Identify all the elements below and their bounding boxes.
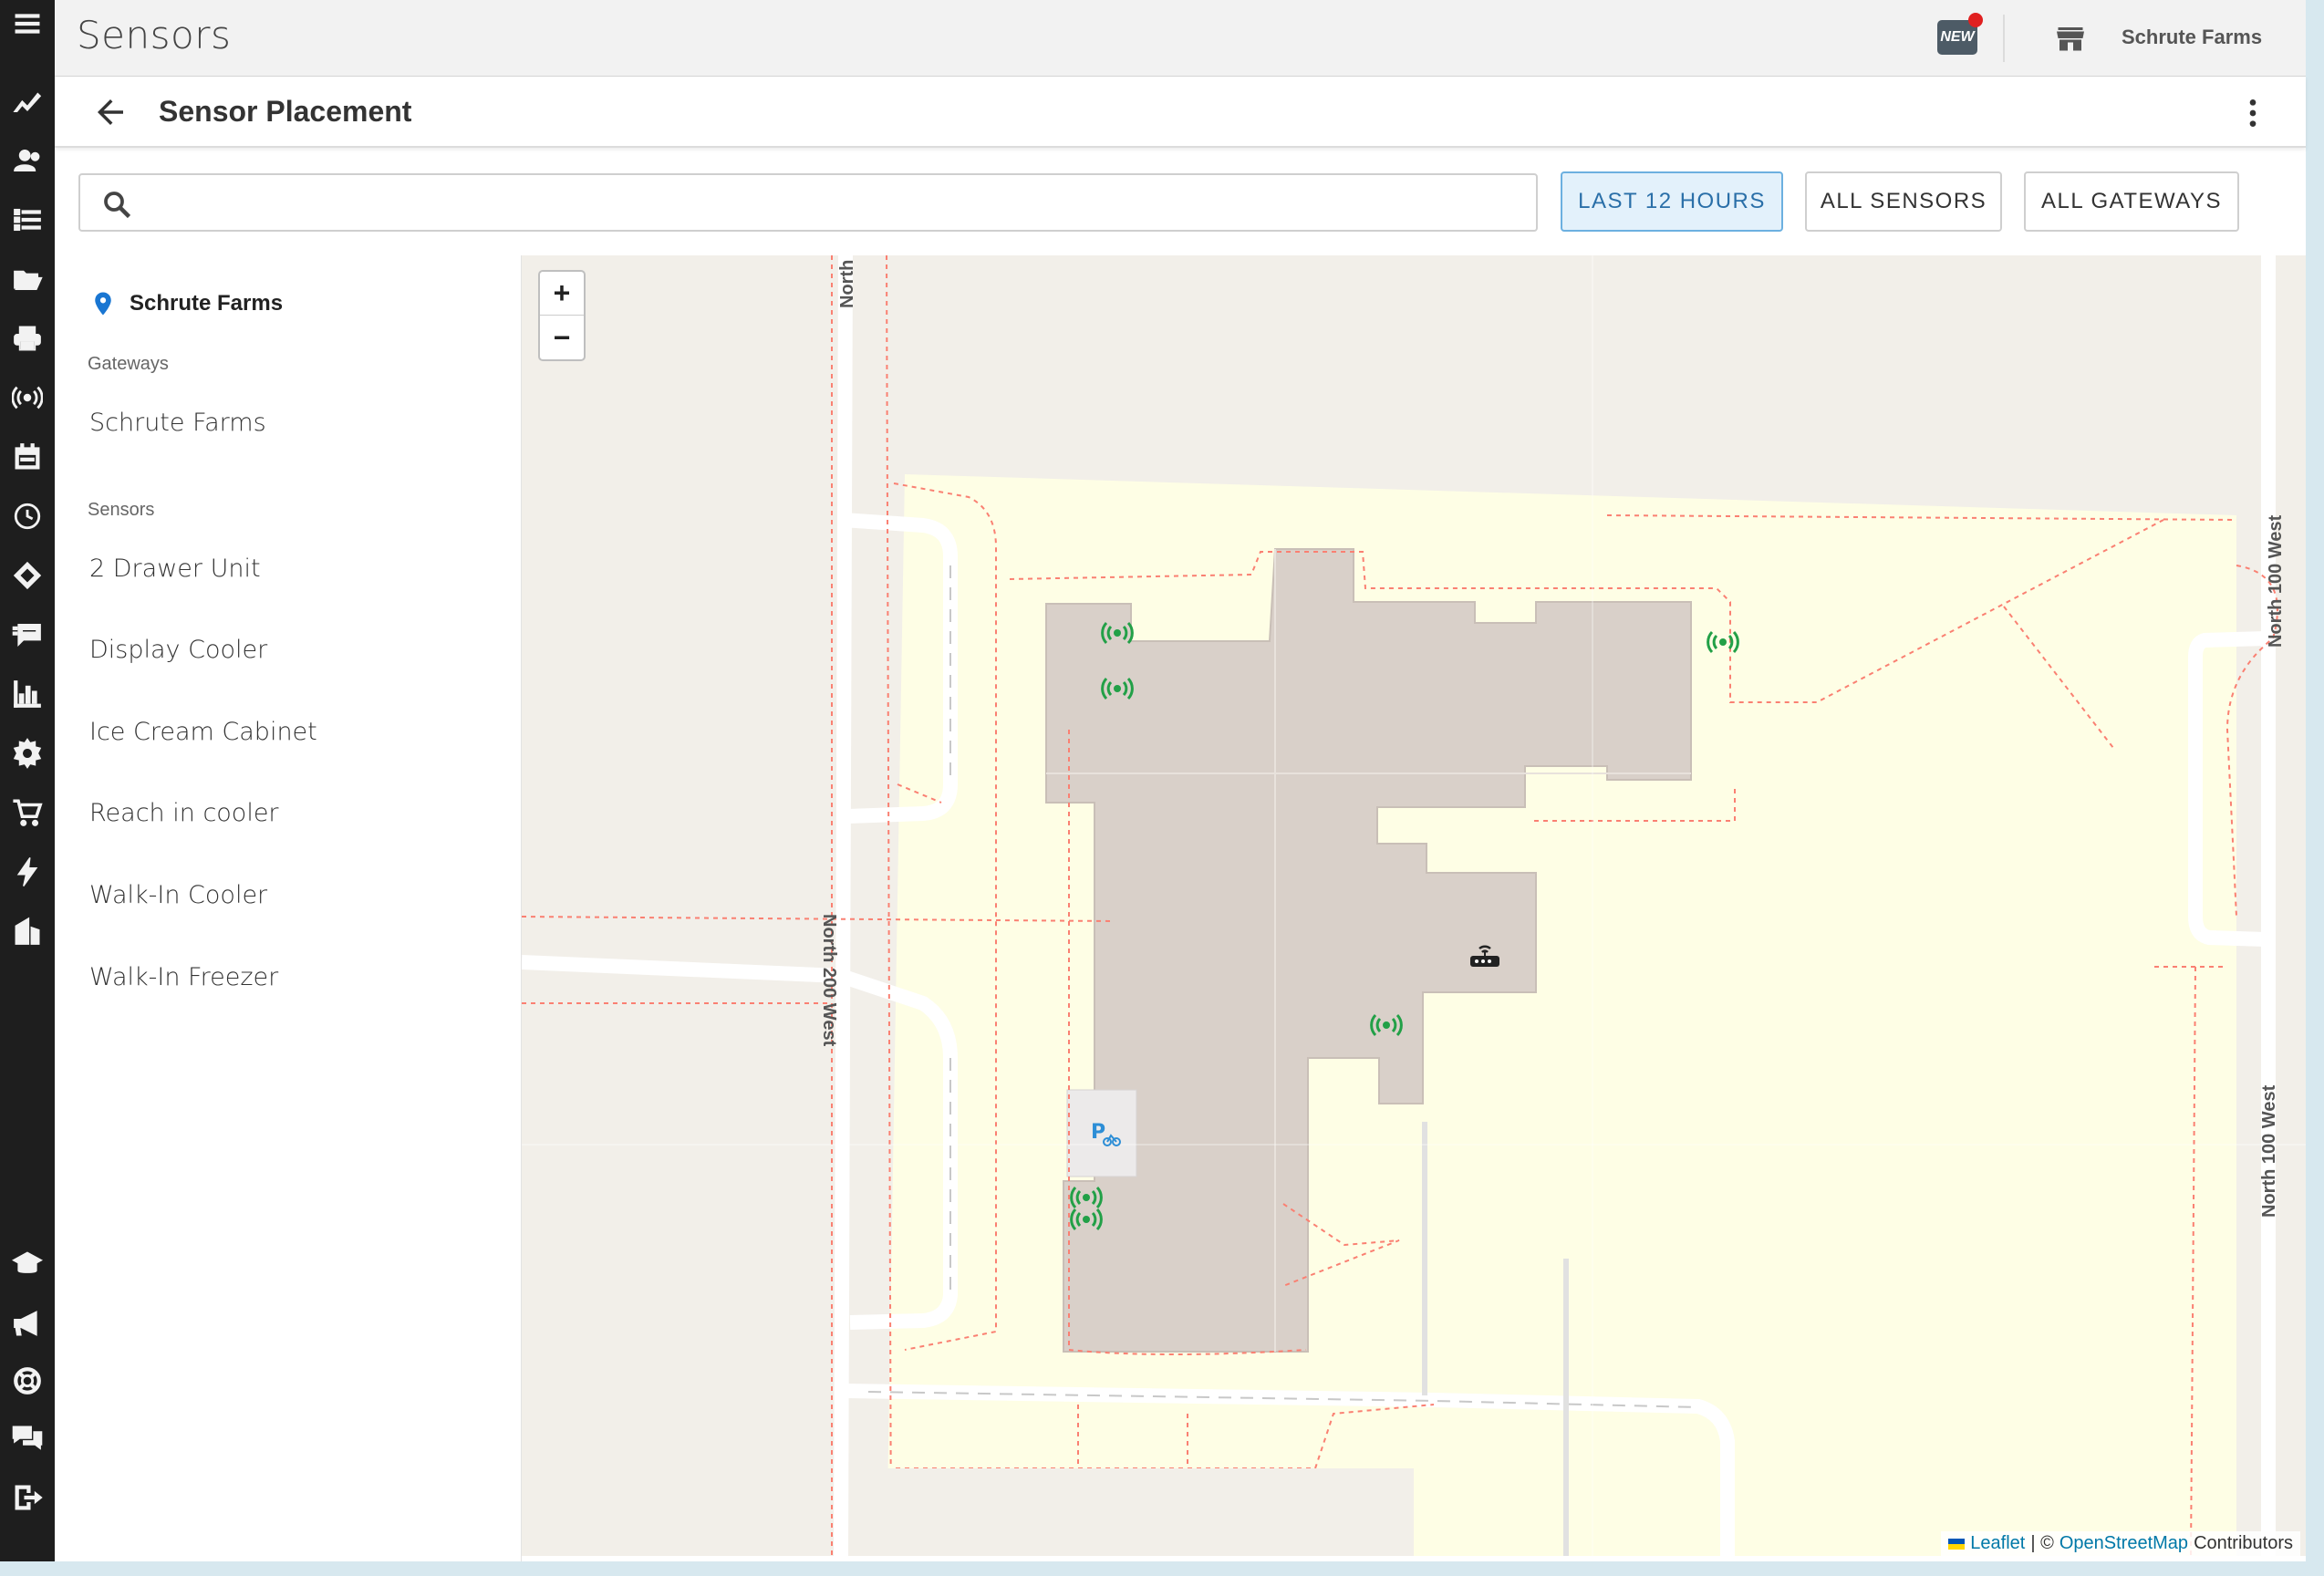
sensor-item[interactable]: Ice Cream Cabinet	[89, 718, 317, 746]
zoom-out-button[interactable]: −	[540, 316, 584, 359]
divider	[2003, 15, 2005, 62]
location-header[interactable]: Schrute Farms	[89, 290, 283, 317]
new-badge-label: NEW	[1940, 29, 1975, 45]
street-label: North 100 West	[2259, 1084, 2279, 1218]
megaphone-icon[interactable]	[7, 1303, 47, 1343]
sensor-marker[interactable]	[1099, 675, 1136, 702]
zoom-control: + −	[538, 270, 586, 361]
sensor-marker[interactable]	[1705, 628, 1741, 656]
top-bar: Sensors NEW Schrute Farms	[55, 0, 2306, 77]
osm-link[interactable]: OpenStreetMap	[2059, 1533, 2188, 1554]
store-selector[interactable]: Schrute Farms	[2122, 26, 2262, 49]
street-label: North 100 West	[2266, 514, 2286, 648]
buildings-icon[interactable]	[7, 911, 47, 951]
sensor-marker[interactable]	[1099, 619, 1136, 647]
location-pin-icon	[95, 292, 111, 316]
sensor-item[interactable]: Walk-In Cooler	[89, 881, 267, 909]
calendar-icon[interactable]	[7, 437, 47, 477]
notification-dot	[1968, 13, 1983, 27]
attribution-separator: | ©	[2030, 1533, 2054, 1553]
bar-chart-icon[interactable]	[7, 674, 47, 714]
store-icon[interactable]	[2052, 22, 2089, 55]
sensor-filter-button[interactable]: ALL SENSORS	[1805, 171, 2002, 232]
sensor-broadcast-icon[interactable]	[7, 378, 47, 418]
more-vert-icon[interactable]	[2235, 93, 2271, 133]
lifebuoy-icon[interactable]	[7, 1361, 47, 1401]
lightning-icon[interactable]	[7, 852, 47, 892]
sensors-section-label: Sensors	[88, 500, 155, 520]
cart-icon[interactable]	[7, 793, 47, 833]
sensor-marker[interactable]	[1368, 1011, 1405, 1039]
ukraine-flag-icon	[1948, 1538, 1966, 1550]
clock-icon[interactable]	[7, 496, 47, 536]
zoom-in-button[interactable]: +	[540, 272, 584, 316]
trend-chart-icon[interactable]	[7, 81, 47, 121]
gear-icon[interactable]	[7, 733, 47, 773]
street-label: North 200 West	[819, 914, 839, 1047]
logout-icon[interactable]	[7, 1478, 47, 1518]
bicycle-parking-icon: P	[1085, 1115, 1122, 1151]
feedback-icon[interactable]	[7, 615, 47, 655]
gateway-item[interactable]: Schrute Farms	[89, 409, 266, 437]
app-title: Sensors	[77, 13, 232, 57]
sensor-item[interactable]: Reach in cooler	[89, 799, 279, 827]
street-label: North	[837, 259, 857, 308]
page-header: Sensor Placement	[55, 77, 2306, 148]
map-tiles	[522, 255, 2306, 1556]
printer-icon[interactable]	[7, 318, 47, 358]
search-input[interactable]	[150, 184, 1518, 223]
nav-rail	[0, 0, 55, 1561]
sensor-item[interactable]: 2 Drawer Unit	[89, 555, 261, 583]
menu-icon[interactable]	[7, 4, 47, 44]
gateway-router-icon[interactable]	[1467, 938, 1503, 974]
leaflet-link[interactable]: Leaflet	[1970, 1533, 2025, 1554]
app-window: Sensors NEW Schrute Farms Sensor Placeme…	[55, 0, 2306, 1561]
gateway-filter-button[interactable]: ALL GATEWAYS	[2024, 171, 2239, 232]
back-arrow-icon[interactable]	[91, 93, 130, 131]
page-title: Sensor Placement	[159, 95, 412, 128]
map-attribution: Leaflet | © OpenStreetMap Contributors	[1941, 1531, 2300, 1556]
search-box	[78, 173, 1538, 232]
users-icon[interactable]	[7, 140, 47, 181]
search-icon	[104, 192, 131, 219]
side-panel: Schrute Farms Gateways Schrute Farms Sen…	[55, 255, 522, 1561]
whats-new-button[interactable]: NEW	[1937, 13, 1983, 55]
time-range-filter-button[interactable]: LAST 12 HOURS	[1561, 171, 1783, 232]
gateways-section-label: Gateways	[88, 354, 169, 374]
sensor-marker[interactable]	[1068, 1206, 1105, 1233]
ticket-icon[interactable]	[7, 555, 47, 596]
sensor-item[interactable]: Walk-In Freezer	[89, 963, 278, 991]
folder-open-icon[interactable]	[7, 259, 47, 299]
checklist-icon[interactable]	[7, 200, 47, 240]
location-name: Schrute Farms	[130, 291, 284, 316]
chat-bubbles-icon[interactable]	[7, 1418, 47, 1458]
sensor-item[interactable]: Display Cooler	[89, 636, 267, 664]
contributors-text: Contributors	[2194, 1533, 2293, 1553]
graduation-cap-icon[interactable]	[7, 1244, 47, 1284]
sensor-map[interactable]: North North 200 West North 100 West Nort…	[522, 255, 2306, 1556]
